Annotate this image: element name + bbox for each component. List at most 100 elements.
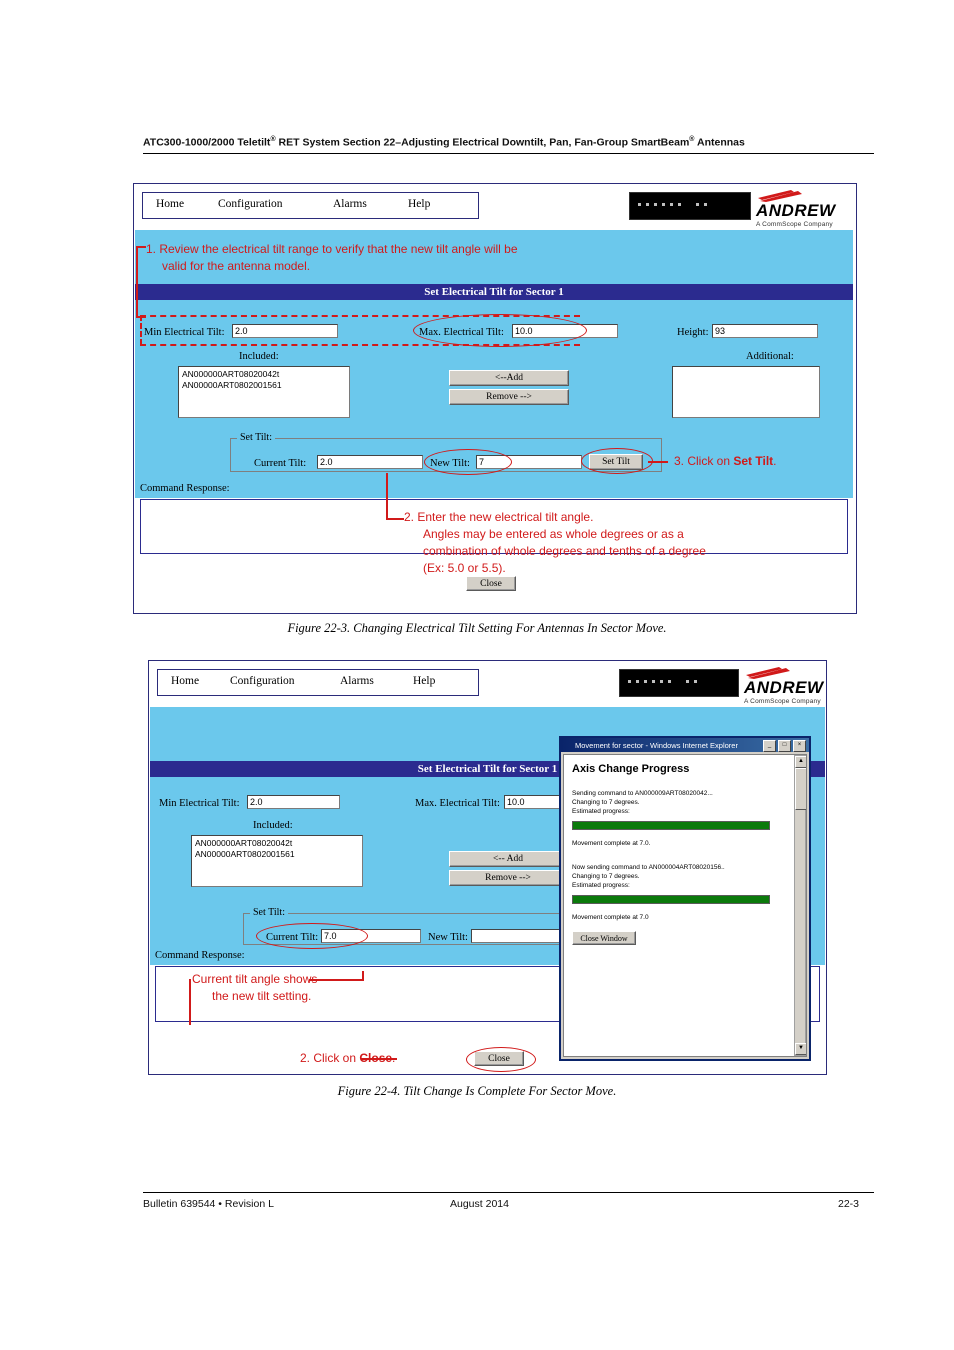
- popup-window-buttons[interactable]: _ □ ×: [763, 740, 806, 752]
- nav-configuration-2[interactable]: Configuration: [230, 675, 295, 687]
- header-text-part2: RET System Section 22–Adjusting Electric…: [275, 136, 690, 149]
- footer-rule: [143, 1192, 874, 1193]
- nav-alarms-2[interactable]: Alarms: [340, 675, 374, 687]
- footer-left: Bulletin 639544 • Revision L: [143, 1198, 274, 1210]
- figure-22-4-caption: Figure 22-4. Tilt Change Is Complete For…: [337, 1084, 617, 1098]
- popup-scroll-up-icon[interactable]: ▲: [795, 756, 806, 768]
- popup-heading: Axis Change Progress: [572, 763, 690, 775]
- andrew-logo-1: ANDREW A CommScope Company: [756, 190, 848, 228]
- fig1-annotation-step1-line1: 1. Review the electrical tilt range to v…: [146, 242, 518, 256]
- fig1-height-field[interactable]: 93: [712, 324, 818, 338]
- fig1-annotation-step1-line2: valid for the antenna model.: [162, 259, 311, 273]
- fig2-included-listbox[interactable]: AN000000ART08020042t AN00000ART080200156…: [191, 835, 363, 887]
- fig1-additional-listbox[interactable]: [672, 366, 820, 418]
- fig1-callout-ellipse-maxtilt: [413, 314, 587, 347]
- nav-bar-2: Home Configuration Alarms Help: [157, 669, 479, 696]
- fig1-step1-bracket-bottom: [136, 316, 146, 318]
- fig1-included-item-0[interactable]: AN000000ART08020042t: [182, 369, 346, 380]
- fig1-annotation-step2-line4: (Ex: 5.0 or 5.5).: [423, 561, 506, 575]
- andrew-logo-2: ANDREW A CommScope Company: [744, 667, 836, 705]
- fig1-add-button[interactable]: <--Add: [449, 370, 569, 386]
- nav-home-1[interactable]: Home: [156, 198, 184, 210]
- fig1-current-tilt-label: Current Tilt:: [254, 458, 307, 469]
- popup-scroll-down-icon[interactable]: ▼: [795, 1043, 806, 1055]
- fig1-set-tilt-group-title: Set Tilt:: [237, 432, 275, 443]
- fig2-included-label: Included:: [253, 820, 293, 831]
- andrew-tagline-2: A CommScope Company: [744, 698, 821, 705]
- figure-22-3-caption: Figure 22-3. Changing Electrical Tilt Se…: [287, 621, 667, 635]
- fig2-set-tilt-group-title: Set Tilt:: [250, 907, 288, 918]
- fig2-annotation-note: Current tilt angle shows the new tilt se…: [192, 971, 317, 1005]
- fig1-included-label: Included:: [239, 351, 279, 362]
- fig1-annotation-step3: 3. Click on Set Tilt.: [674, 453, 777, 470]
- fig1-min-tilt-label: Min Electrical Tilt:: [144, 327, 225, 338]
- fig1-callout-ellipse-newtilt: [424, 449, 512, 475]
- fig1-cmd-strip: [135, 480, 853, 498]
- popup-text-4: Movement complete at 7.0: [572, 914, 649, 921]
- fig1-close-button[interactable]: Close: [466, 576, 516, 591]
- fig2-annotation-step2-bold: Close: [359, 1051, 393, 1065]
- fig2-included-item-1[interactable]: AN00000ART0802001561: [195, 849, 359, 860]
- popup-scrollbar[interactable]: ▲ ▼: [794, 755, 806, 1056]
- fig1-annotation-step3-pre: 3. Click on: [674, 454, 734, 468]
- document-page: ATC300-1000/2000 Teletilt® RET System Se…: [0, 0, 954, 1350]
- fig2-annotation-step2-post: .: [392, 1051, 396, 1065]
- fig2-new-tilt-label: New Tilt:: [428, 932, 468, 943]
- fig2-max-tilt-label: Max. Electrical Tilt:: [415, 798, 500, 809]
- popup-progress-bar-2: [572, 895, 770, 904]
- fig1-annotation-step2-line2: Angles may be entered as whole degrees o…: [423, 527, 684, 541]
- nav-help-1[interactable]: Help: [408, 198, 430, 210]
- popup-text-1: Sending command to AN000009ART08020042..…: [572, 790, 713, 815]
- fig1-min-tilt-field[interactable]: 2.0: [232, 324, 338, 338]
- andrew-swoosh-icon-1: [758, 190, 802, 202]
- fig2-annotation-note-line1: Current tilt angle shows: [192, 972, 318, 986]
- fig2-annotation-step2-pre: 2. Click on: [300, 1051, 360, 1065]
- fig1-blue-gap1: [135, 276, 853, 284]
- product-photo-leds-1: [636, 203, 739, 206]
- header-text-part3: Antennas: [694, 136, 745, 149]
- fig2-callout-ellipse-close: [466, 1047, 536, 1072]
- popup-minimize-icon[interactable]: _: [763, 740, 776, 752]
- fig2-add-button[interactable]: <-- Add: [449, 851, 567, 867]
- fig1-height-label: Height:: [677, 327, 709, 338]
- fig1-section-title: Set Electrical Tilt for Sector 1: [135, 284, 853, 300]
- fig2-remove-button[interactable]: Remove -->: [449, 870, 567, 886]
- fig1-annotation-step1: 1. Review the electrical tilt range to v…: [146, 241, 646, 275]
- fig1-current-tilt-field[interactable]: 2.0: [317, 455, 423, 469]
- product-photo-leds-2: [626, 680, 727, 683]
- fig1-dash-left: [140, 315, 142, 345]
- popup-title-text: Movement for sector - Windows Internet E…: [575, 741, 738, 750]
- popup-close-icon[interactable]: ×: [793, 740, 806, 752]
- fig1-annotation-step2: 2. Enter the new electrical tilt angle. …: [404, 509, 734, 577]
- axis-change-progress-window[interactable]: Movement for sector - Windows Internet E…: [559, 736, 811, 1061]
- popup-text-2: Movement complete at 7.0.: [572, 840, 651, 847]
- nav-configuration-1[interactable]: Configuration: [218, 198, 283, 210]
- popup-scroll-thumb[interactable]: [795, 768, 806, 810]
- popup-close-window-button[interactable]: Close Window: [572, 931, 636, 945]
- fig2-min-tilt-field[interactable]: 2.0: [247, 795, 340, 809]
- fig1-annotation-step3-bold: Set Tilt: [733, 454, 774, 468]
- popup-body: Axis Change Progress Sending command to …: [563, 754, 807, 1057]
- fig1-remove-button[interactable]: Remove -->: [449, 389, 569, 405]
- fig1-additional-label: Additional:: [746, 351, 794, 362]
- popup-maximize-icon[interactable]: □: [778, 740, 791, 752]
- nav-bar-1: Home Configuration Alarms Help: [142, 192, 479, 219]
- header-text-part1: ATC300-1000/2000 Teletilt: [143, 136, 271, 149]
- andrew-swoosh-icon-2: [746, 667, 790, 679]
- figure-22-4-frame: Home Configuration Alarms Help ANDREW A …: [148, 660, 827, 1075]
- fig2-leader-note-left: [189, 979, 191, 1025]
- fig2-new-tilt-field[interactable]: [471, 929, 571, 943]
- fig2-annotation-note-line2: the new tilt setting.: [212, 989, 312, 1003]
- nav-help-2[interactable]: Help: [413, 675, 435, 687]
- product-photo-1: [629, 192, 751, 220]
- fig1-step1-bracket-v: [136, 246, 138, 318]
- fig1-included-item-1[interactable]: AN00000ART0802001561: [182, 380, 346, 391]
- popup-progress-bar-1: [572, 821, 770, 830]
- fig2-min-tilt-label: Min Electrical Tilt:: [159, 798, 240, 809]
- fig1-annotation-step2-line3: combination of whole degrees and tenths …: [423, 544, 706, 558]
- fig1-included-listbox[interactable]: AN000000ART08020042t AN00000ART080200156…: [178, 366, 350, 418]
- nav-home-2[interactable]: Home: [171, 675, 199, 687]
- fig2-included-item-0[interactable]: AN000000ART08020042t: [195, 838, 359, 849]
- nav-alarms-1[interactable]: Alarms: [333, 198, 367, 210]
- andrew-name-2: ANDREW: [744, 678, 824, 697]
